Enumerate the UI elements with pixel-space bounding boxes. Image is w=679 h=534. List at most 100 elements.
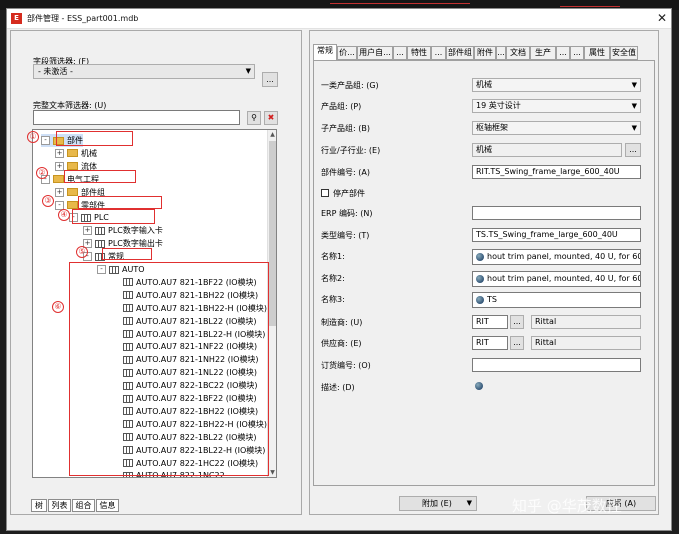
industry-more-button[interactable]: ... xyxy=(625,143,641,157)
field-filter-select[interactable]: - 未激活 - ▼ xyxy=(33,64,255,79)
tree-node[interactable]: - PLC xyxy=(69,211,109,224)
discontinued-checkbox[interactable] xyxy=(321,189,329,197)
tree-node-label: AUTO.AU7 822-1BL22 (IO模块) xyxy=(136,432,257,442)
tree-node[interactable]: AUTO.AU7 821-1BL22 (IO模块) xyxy=(111,315,257,328)
vendor-code-input[interactable]: RIT xyxy=(472,315,508,329)
expand-icon[interactable]: + xyxy=(83,226,92,236)
tree-node[interactable]: + PLC数字输入卡 xyxy=(83,224,163,237)
add-button[interactable]: 附加 (E) ▼ xyxy=(399,496,477,511)
tree-node[interactable]: AUTO.AU7 822-1BL22-H (IO模块) xyxy=(111,444,265,457)
tree-node[interactable]: AUTO.AU7 821-1BH22 (IO模块) xyxy=(111,289,258,302)
tree-node[interactable]: AUTO.AU7 822-1BH22 (IO模块) xyxy=(111,405,258,418)
property-tab[interactable]: 安全值 xyxy=(610,46,638,60)
tree-scrollbar[interactable]: ▲ ▼ xyxy=(267,130,276,477)
expand-icon[interactable]: + xyxy=(55,187,64,197)
tree-node[interactable]: AUTO.AU7 822-1NC22 xyxy=(111,469,225,477)
chevron-down-icon: ▼ xyxy=(631,124,637,132)
tab-tree[interactable]: 树 xyxy=(31,499,47,512)
property-tab[interactable]: ... xyxy=(496,46,506,60)
tree-node[interactable]: AUTO.AU7 821-1BL22-H (IO模块) xyxy=(111,328,265,341)
property-tab[interactable]: 用户自... xyxy=(357,46,393,60)
multilang-field[interactable]: hout trim panel, mounted, 40 U, for 600 … xyxy=(472,249,641,265)
scroll-down-icon[interactable]: ▼ xyxy=(268,468,276,477)
clear-filter-icon[interactable]: ✖ xyxy=(264,111,278,125)
annotation-number: ④ xyxy=(58,209,70,221)
scroll-thumb[interactable] xyxy=(269,141,276,326)
property-tab[interactable]: 特性 xyxy=(407,46,431,60)
field-input[interactable] xyxy=(472,206,641,220)
tree-node[interactable]: - 电气工程 xyxy=(41,173,99,186)
component-icon xyxy=(81,213,91,222)
watermark: 知乎 @华茂数控 xyxy=(512,497,622,515)
tree-node[interactable]: + 流体 xyxy=(55,160,97,173)
component-icon xyxy=(95,239,105,248)
tree-node[interactable]: + 部件组 xyxy=(55,186,105,199)
property-tab[interactable]: 价... xyxy=(337,46,357,60)
tree-node[interactable]: AUTO.AU7 821-1BF22 (IO模块) xyxy=(111,276,257,289)
scroll-up-icon[interactable]: ▲ xyxy=(268,130,276,139)
tab-list[interactable]: 列表 xyxy=(48,499,71,512)
field-input[interactable]: TS.TS_Swing_frame_large_600_40U xyxy=(472,228,641,242)
collapse-icon[interactable]: - xyxy=(41,136,50,145)
property-tab[interactable]: ... xyxy=(393,46,407,60)
tree-node[interactable]: - 部件 xyxy=(41,134,83,147)
multilang-field[interactable]: hout trim panel, mounted, 40 U, for 600 … xyxy=(472,271,641,287)
parts-tree[interactable]: - 部件 + 机械 + 流体 - 电气工程 + 部件组 - 零部件 - PLC + PLC数字输入卡 + PLC数… xyxy=(32,129,277,478)
field-combo[interactable]: 枢轴框架 ▼ xyxy=(472,121,641,135)
property-tab[interactable]: 属性 xyxy=(584,46,610,60)
field-combo[interactable]: 机械 ▼ xyxy=(472,78,641,92)
vendor-more-button[interactable]: ... xyxy=(510,315,524,329)
vendor-name: Rittal xyxy=(531,336,641,350)
vendor-code-input[interactable]: RIT xyxy=(472,336,508,350)
property-tab[interactable]: 附件 xyxy=(474,46,496,60)
close-icon[interactable]: ✕ xyxy=(655,10,669,26)
field-input[interactable]: RIT.TS_Swing_frame_large_600_40U xyxy=(472,165,641,179)
collapse-icon[interactable]: - xyxy=(69,213,78,223)
tree-node[interactable]: + 机械 xyxy=(55,147,97,160)
expand-icon[interactable]: + xyxy=(55,148,64,158)
field-label: 名称1: xyxy=(321,252,345,261)
tab-info[interactable]: 信息 xyxy=(96,499,119,512)
field-input[interactable] xyxy=(472,358,641,372)
field-value: 机械 xyxy=(476,80,492,89)
tree-node-label: AUTO.AU7 822-1HC22 (IO模块) xyxy=(136,458,259,468)
folder-icon xyxy=(67,188,78,197)
property-tab[interactable]: ... xyxy=(556,46,570,60)
globe-icon[interactable] xyxy=(475,382,483,390)
tree-node[interactable]: AUTO.AU7 822-1BF22 (IO模块) xyxy=(111,392,257,405)
tree-node[interactable]: + PLC数字输出卡 xyxy=(83,237,163,250)
expand-icon[interactable]: + xyxy=(55,161,64,171)
tree-node-label: PLC xyxy=(94,213,109,223)
tree-node[interactable]: AUTO.AU7 822-1HC22 (IO模块) xyxy=(111,457,258,470)
annotation-number: ③ xyxy=(42,195,54,207)
binoculars-search-icon[interactable]: ⚲ xyxy=(247,111,261,125)
tree-node[interactable]: AUTO.AU7 822-1BC22 (IO模块) xyxy=(111,379,258,392)
tree-node[interactable]: AUTO.AU7 821-1NL22 (IO模块) xyxy=(111,366,257,379)
tree-node[interactable]: AUTO.AU7 821-1BH22-H (IO模块) xyxy=(111,302,267,315)
vendor-more-button[interactable]: ... xyxy=(510,336,524,350)
tree-node[interactable]: AUTO.AU7 822-1BL22 (IO模块) xyxy=(111,431,257,444)
chevron-down-icon: ▼ xyxy=(466,499,472,507)
tree-node[interactable]: AUTO.AU7 821-1NH22 (IO模块) xyxy=(111,353,259,366)
tree-node-label: AUTO.AU7 822-1BH22 (IO模块) xyxy=(136,406,259,416)
field-label: 行业/子行业: (E) xyxy=(321,146,381,155)
field-label: 停产部件 xyxy=(333,189,365,198)
tree-node-label: AUTO.AU7 821-1BH22 (IO模块) xyxy=(136,290,259,300)
property-tab[interactable]: ... xyxy=(570,46,584,60)
multilang-field[interactable]: TS xyxy=(472,292,641,308)
property-tab[interactable]: ... xyxy=(431,46,446,60)
field-filter-more-button[interactable]: ... xyxy=(262,72,278,87)
property-tab[interactable]: 生产 xyxy=(530,46,556,60)
property-tab[interactable]: 常规 xyxy=(313,44,337,61)
window-title: 部件管理 - ESS_part001.mdb xyxy=(27,14,139,23)
tab-group[interactable]: 组合 xyxy=(72,499,95,512)
tree-node[interactable]: - 常规 xyxy=(83,250,124,263)
tree-node[interactable]: AUTO.AU7 821-1NF22 (IO模块) xyxy=(111,340,257,353)
property-tab[interactable]: 部件组 xyxy=(446,46,474,60)
property-tab[interactable]: 文档 xyxy=(506,46,530,60)
tree-node[interactable]: - AUTO xyxy=(97,263,145,276)
field-combo[interactable]: 19 英寸设计 ▼ xyxy=(472,99,641,113)
tree-node[interactable]: AUTO.AU7 822-1BH22-H (IO模块) xyxy=(111,418,267,431)
collapse-icon[interactable]: - xyxy=(97,265,106,274)
text-filter-input[interactable] xyxy=(33,110,240,125)
